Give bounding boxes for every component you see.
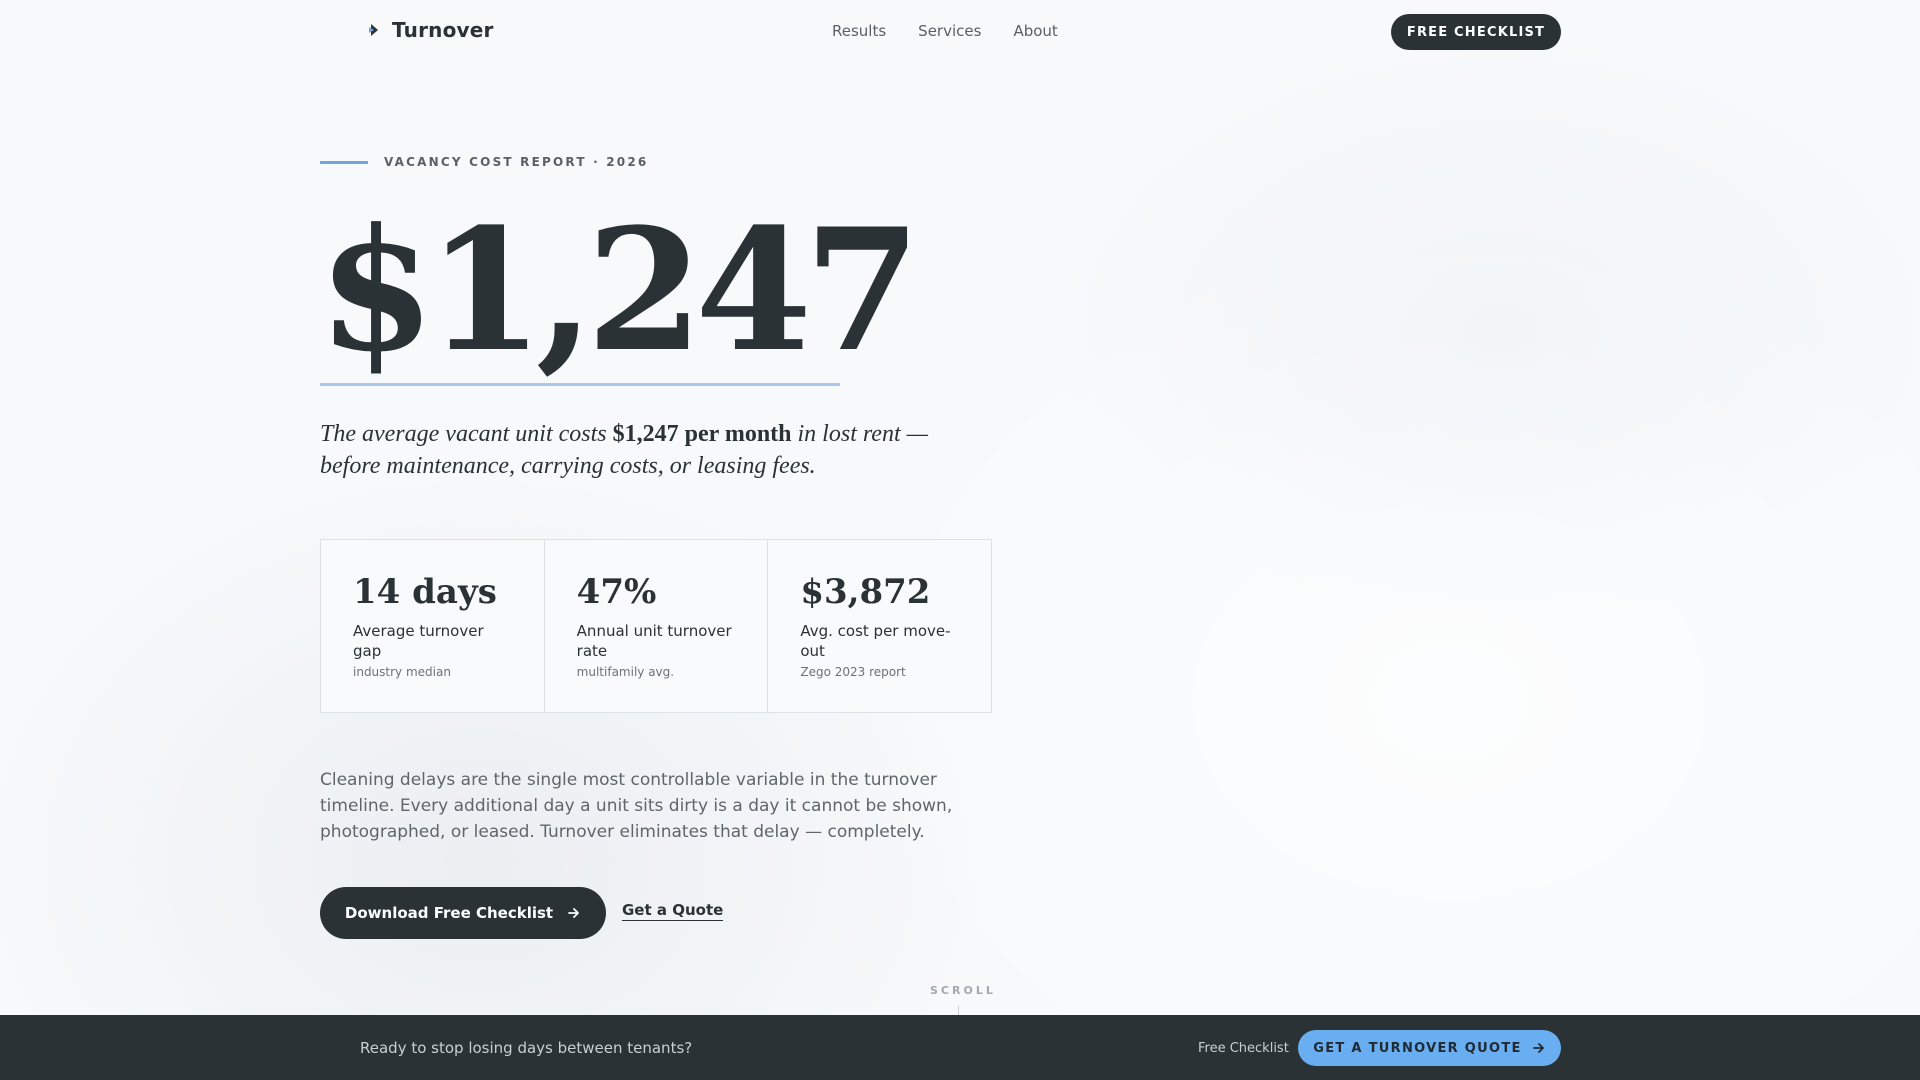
stat-label: Annual unit turnover rate xyxy=(576,622,732,660)
logo-mark-icon xyxy=(369,24,378,36)
stat-card-turnover-rate: 47% Annual unit turnover rate multifamil… xyxy=(545,540,769,712)
stat-value: 47% xyxy=(576,572,657,612)
site-header: Turnover Results Services About FREE CHE… xyxy=(0,0,1920,64)
bottom-free-checklist-link[interactable]: Free Checklist xyxy=(1198,1041,1289,1056)
main-nav: Results Services About xyxy=(832,22,1058,40)
lede-text-1: The average vacant unit costs xyxy=(320,421,613,447)
stat-label: Average turnover gap xyxy=(353,622,484,660)
stats-panel: 14 days Average turnover gap industry me… xyxy=(320,539,992,713)
brand-logo[interactable]: Turnover xyxy=(366,18,494,42)
scroll-hint: SCROLL xyxy=(930,984,996,997)
bottom-bar-text: Ready to stop losing days between tenant… xyxy=(360,1039,693,1057)
eyebrow-line xyxy=(320,160,368,164)
download-checklist-label: Download Free Checklist xyxy=(344,904,554,922)
hero-underline xyxy=(320,383,840,386)
download-checklist-button[interactable]: Download Free Checklist xyxy=(320,887,606,939)
stat-card-move-out-cost: $3,872 Avg. cost per move-out Zego 2023 … xyxy=(768,540,991,712)
stat-source: multifamily avg. xyxy=(576,665,675,679)
free-checklist-button[interactable]: FREE CHECKLIST xyxy=(1391,14,1561,50)
brand-name: Turnover xyxy=(392,18,494,42)
stat-source: industry median xyxy=(353,665,451,679)
stat-source: Zego 2023 report xyxy=(800,665,906,679)
arrow-right-icon xyxy=(1532,1043,1544,1053)
lede-highlight: $1,247 per month xyxy=(612,421,792,447)
eyebrow-text: VACANCY COST REPORT · 2026 xyxy=(384,155,649,169)
stat-value: $3,872 xyxy=(800,572,931,612)
sticky-bottom-bar: Ready to stop losing days between tenant… xyxy=(0,1015,1920,1080)
hero-lede: The average vacant unit costs $1,247 per… xyxy=(320,418,980,482)
stat-value: 14 days xyxy=(353,572,497,612)
hero-big-number: $1,247 xyxy=(318,191,921,389)
nav-item-about[interactable]: About xyxy=(1013,22,1057,40)
get-a-quote-link[interactable]: Get a Quote xyxy=(622,901,724,921)
stat-label: Avg. cost per move-out xyxy=(800,622,951,660)
nav-item-services[interactable]: Services xyxy=(918,22,981,40)
eyebrow: VACANCY COST REPORT · 2026 xyxy=(320,155,648,169)
turnover-quote-label: GET A TURNOVER QUOTE xyxy=(1313,1040,1522,1056)
arrow-right-icon xyxy=(568,908,579,918)
stat-card-turnover-gap: 14 days Average turnover gap industry me… xyxy=(321,540,545,712)
body-copy: Cleaning delays are the single most cont… xyxy=(320,770,953,842)
turnover-quote-button[interactable]: GET A TURNOVER QUOTE xyxy=(1298,1030,1561,1066)
nav-item-results[interactable]: Results xyxy=(832,22,886,40)
